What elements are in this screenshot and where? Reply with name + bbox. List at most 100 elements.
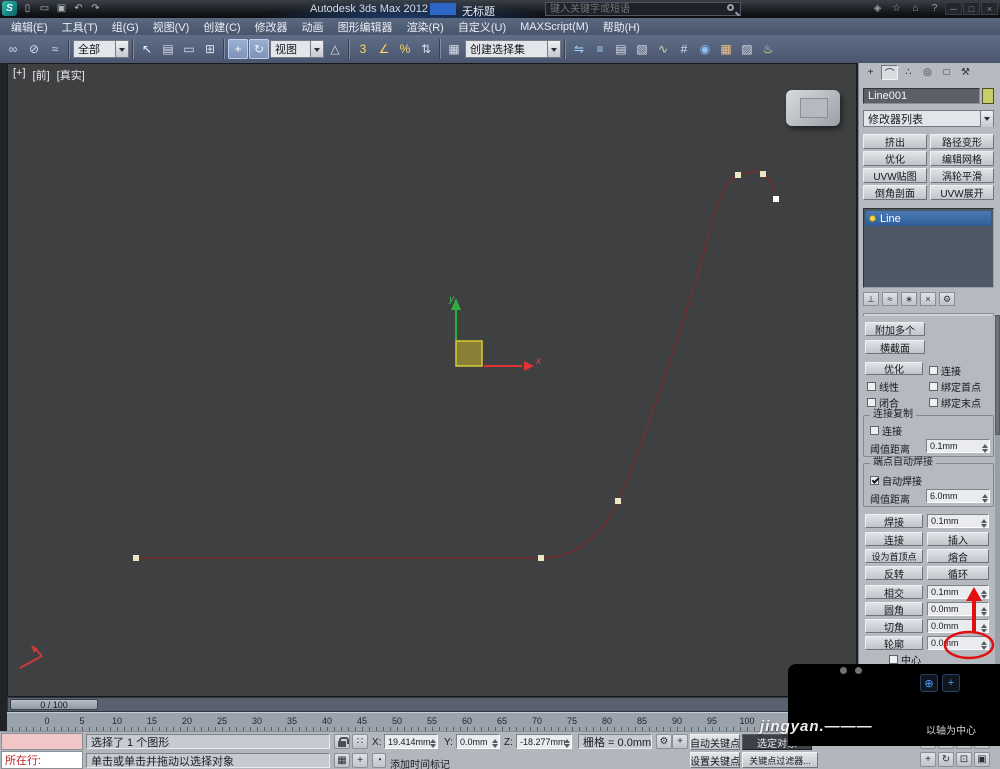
infocenter-search-input[interactable] <box>545 2 741 16</box>
undo-icon[interactable]: ↶ <box>71 1 86 16</box>
panel-scrollbar-thumb[interactable] <box>995 315 1000 435</box>
modifier-button-optimize[interactable]: 优化 <box>863 151 927 166</box>
stack-item-line[interactable]: Line <box>866 211 991 226</box>
bind-to-spacewarp-icon[interactable]: ≈ <box>45 39 65 59</box>
gizmo-x-arrowhead[interactable] <box>524 361 534 371</box>
tab-utilities[interactable]: ⚒ <box>957 65 974 80</box>
center-checkbox[interactable] <box>889 655 898 664</box>
transform-gizmo[interactable]: y x <box>448 294 542 371</box>
menu-item[interactable]: 自定义(U) <box>451 18 513 35</box>
fillet-spinner[interactable]: 0.0mm <box>927 602 989 616</box>
edit-named-selections-icon[interactable]: ▦ <box>444 39 464 59</box>
set-key-button[interactable]: 设置关键点 <box>690 752 740 768</box>
maxscript-mini-listener-bottom[interactable]: 所在行: <box>1 751 83 769</box>
closed-checkbox[interactable] <box>867 398 876 407</box>
viewport-front[interactable]: [+] [前] [真实] y x <box>7 63 857 697</box>
menu-item[interactable]: 编辑(E) <box>4 18 55 35</box>
selection-filter-combo[interactable]: 全部 <box>73 40 129 58</box>
modifier-stack[interactable]: Line <box>863 208 994 288</box>
select-and-rotate-icon[interactable]: ↻ <box>249 39 269 59</box>
favorites-icon[interactable]: ☆ <box>889 2 904 15</box>
axis-constraint-icon[interactable]: ∷ <box>352 734 368 749</box>
3dsmax-logo-icon[interactable]: S <box>2 1 17 16</box>
refine-button[interactable]: 优化 <box>865 362 923 375</box>
menu-item[interactable]: 修改器 <box>248 18 295 35</box>
named-selection-set-combo[interactable]: 创建选择集 <box>465 40 561 58</box>
offset-mode-icon[interactable]: + <box>672 734 688 749</box>
maximize-button[interactable]: □ <box>963 2 980 15</box>
modifier-button-unwrapuvw[interactable]: UVW展开 <box>930 185 994 200</box>
open-file-icon[interactable]: ▭ <box>37 1 52 16</box>
key-filters-button[interactable]: 关键点过滤器... <box>742 752 818 768</box>
object-name-field[interactable]: Line001 <box>863 88 980 104</box>
z-coordinate-field[interactable]: -18.277mm <box>516 734 572 749</box>
modifier-button-turbosmooth[interactable]: 涡轮平滑 <box>930 168 994 183</box>
reference-coordinate-combo[interactable]: 视图 <box>270 40 324 58</box>
vertex-marker[interactable] <box>538 555 544 561</box>
modifier-button-editmesh[interactable]: 编辑网格 <box>930 151 994 166</box>
menu-item[interactable]: 创建(C) <box>196 18 247 35</box>
orbit-icon[interactable]: ↻ <box>938 752 954 767</box>
trackbar-ruler[interactable]: 0 5 10 15 20 25 30 35 40 45 50 55 60 65 70 75 80 85 90 95 10… <box>7 712 857 732</box>
layer-manager-icon[interactable]: ▤ <box>611 39 631 59</box>
gizmo-xy-plane[interactable] <box>455 340 483 367</box>
viewport-general-menu[interactable]: [+] <box>13 67 26 83</box>
overlay-zoom-icon[interactable]: ⊕ <box>920 674 938 692</box>
zoom-region-icon[interactable]: ⊡ <box>956 752 972 767</box>
render-setup-icon[interactable]: ▦ <box>716 39 736 59</box>
search-icon[interactable] <box>727 4 734 11</box>
pan-icon[interactable]: + <box>920 752 936 767</box>
insert-button[interactable]: 插入 <box>927 532 989 546</box>
graphite-ribbon-icon[interactable]: ▧ <box>632 39 652 59</box>
align-icon[interactable]: ≡ <box>590 39 610 59</box>
x-coordinate-field[interactable]: 19.414mm <box>384 734 438 749</box>
material-editor-icon[interactable]: ◉ <box>695 39 715 59</box>
save-file-icon[interactable]: ▣ <box>54 1 69 16</box>
connect-copy-checkbox[interactable] <box>870 426 879 435</box>
cycle-button[interactable]: 循环 <box>927 566 989 580</box>
viewport-pov-menu[interactable]: [前] <box>33 67 50 83</box>
offset-toggle-icon[interactable]: + <box>352 753 368 768</box>
cross-insert-button[interactable]: 相交 <box>865 585 923 599</box>
select-object-icon[interactable]: ↖ <box>137 39 157 59</box>
tab-display[interactable]: □ <box>938 65 955 80</box>
new-file-icon[interactable]: ▯ <box>20 1 35 16</box>
time-slider-track[interactable]: 0 / 100 <box>7 697 857 712</box>
chamfer-spinner[interactable]: 0.0mm <box>927 619 989 633</box>
maxscript-mini-listener-top[interactable] <box>1 733 83 750</box>
lock-selection-icon[interactable] <box>334 734 350 749</box>
menu-item[interactable]: 渲染(R) <box>400 18 451 35</box>
vertex-marker[interactable] <box>735 172 741 178</box>
unlink-selection-icon[interactable]: ⊘ <box>24 39 44 59</box>
snap-toggle-3d-icon[interactable]: 3 <box>353 39 373 59</box>
pin-stack-icon[interactable]: ⊥ <box>863 292 879 306</box>
overlay-pan-icon[interactable]: + <box>942 674 960 692</box>
visibility-bulb-icon[interactable] <box>869 215 876 222</box>
linear-checkbox[interactable] <box>867 382 876 391</box>
modifier-list-dropdown[interactable]: 修改器列表 <box>863 110 994 127</box>
modifier-button-pathdeform[interactable]: 路径变形 <box>930 134 994 149</box>
curve-editor-icon[interactable]: ∿ <box>653 39 673 59</box>
chevron-down-icon[interactable] <box>310 41 323 57</box>
viewport-canvas[interactable]: y x <box>8 64 858 698</box>
modifier-button-extrude[interactable]: 挤出 <box>863 134 927 149</box>
time-slider-handle[interactable]: 0 / 100 <box>10 699 98 710</box>
rect-region-icon[interactable]: ▭ <box>179 39 199 59</box>
percent-snap-icon[interactable]: % <box>395 39 415 59</box>
fuse-button[interactable]: 熔合 <box>927 549 989 563</box>
reverse-button[interactable]: 反转 <box>865 566 923 580</box>
menu-item[interactable]: 动画 <box>295 18 331 35</box>
bind-last-checkbox[interactable] <box>929 398 938 407</box>
show-end-result-icon[interactable]: ≈ <box>882 292 898 306</box>
communication-center-icon[interactable]: ◈ <box>870 2 885 15</box>
spinner-snap-icon[interactable]: ⇅ <box>416 39 436 59</box>
auto-weld-checkbox[interactable] <box>870 476 879 485</box>
tab-create[interactable]: + <box>862 65 879 80</box>
make-unique-icon[interactable]: ∗ <box>901 292 917 306</box>
gear-icon[interactable]: ⚙ <box>656 734 672 749</box>
attach-multiple-button[interactable]: 附加多个 <box>865 322 925 336</box>
viewport-shading-menu[interactable]: [真实] <box>57 67 85 83</box>
remove-modifier-icon[interactable]: × <box>920 292 936 306</box>
vertex-marker[interactable] <box>773 196 779 202</box>
auto-weld-threshold-spinner[interactable]: 6.0mm <box>926 489 990 503</box>
